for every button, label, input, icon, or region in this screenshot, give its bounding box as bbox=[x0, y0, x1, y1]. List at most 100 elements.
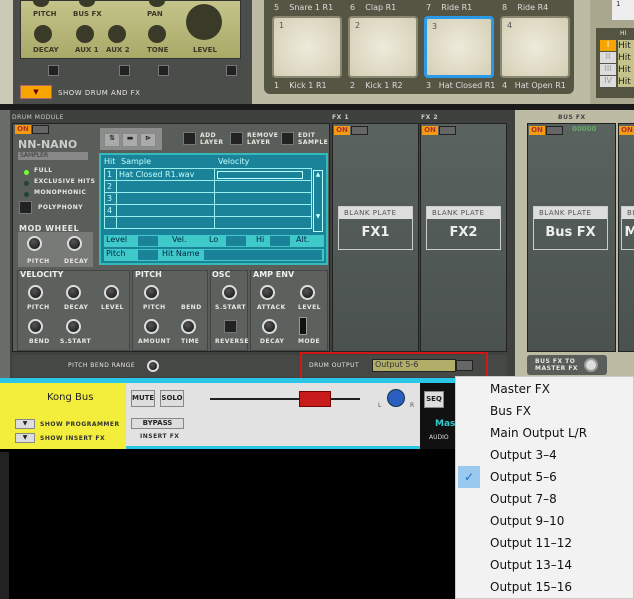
menu-item-output-7-8[interactable]: Output 7–8 bbox=[490, 492, 557, 506]
table-row[interactable]: 4 bbox=[104, 204, 312, 217]
menu-item-master-fx[interactable]: Master FX bbox=[490, 382, 550, 396]
knob[interactable] bbox=[149, 0, 165, 7]
mode-switch[interactable] bbox=[299, 317, 307, 335]
drum-pad-4[interactable]: 4 bbox=[500, 16, 570, 78]
knob[interactable] bbox=[76, 25, 94, 43]
menu-arrow-button[interactable] bbox=[32, 125, 49, 134]
pitch-knob[interactable] bbox=[144, 285, 159, 300]
button[interactable] bbox=[119, 65, 130, 76]
knob[interactable] bbox=[108, 25, 126, 43]
on-button[interactable]: ON bbox=[15, 125, 31, 134]
on-button[interactable]: ON bbox=[334, 126, 350, 135]
vel-bend-knob[interactable] bbox=[28, 319, 43, 334]
waveform-button[interactable]: ⊳ bbox=[140, 133, 156, 147]
polyphony-button[interactable] bbox=[19, 201, 32, 214]
menu-item-bus-fx[interactable]: Bus FX bbox=[490, 404, 531, 418]
hit-II[interactable]: II bbox=[600, 52, 616, 63]
menu-item-output-5-6[interactable]: Output 5–6 bbox=[490, 470, 557, 484]
table-scrollbar[interactable]: ▲ ▼ bbox=[313, 170, 323, 232]
lo-field[interactable]: Lo bbox=[209, 235, 218, 244]
fader-handle[interactable] bbox=[299, 391, 331, 407]
column-header: Hit bbox=[104, 157, 116, 166]
level-field[interactable]: Level bbox=[106, 235, 127, 244]
drum-pad-2[interactable]: 2 bbox=[348, 16, 418, 78]
button[interactable] bbox=[48, 65, 59, 76]
hit-name-field[interactable]: Hit Name bbox=[162, 249, 200, 258]
menu-item-output-15-16[interactable]: Output 15–16 bbox=[490, 580, 572, 594]
mode-monophonic[interactable]: MONOPHONIC bbox=[34, 189, 86, 196]
alt-field[interactable]: Alt. bbox=[296, 235, 309, 244]
menu-arrow-button[interactable] bbox=[351, 126, 368, 135]
knob-label: S.START bbox=[60, 338, 92, 345]
menu-item-output-9-10[interactable]: Output 9–10 bbox=[490, 514, 564, 528]
show-insert-fx-button[interactable]: ▼ bbox=[15, 433, 35, 443]
edit-sample-label: EDIT SAMPLE bbox=[298, 132, 329, 146]
seq-button[interactable]: SEQ bbox=[424, 391, 444, 408]
pitch-bend-range-knob[interactable] bbox=[147, 360, 159, 372]
amp-level-knob[interactable] bbox=[300, 285, 315, 300]
table-row[interactable]: 2 bbox=[104, 180, 312, 193]
mode-exclusive-hits[interactable]: EXCLUSIVE HITS bbox=[34, 178, 95, 185]
menu-item-output-11-12[interactable]: Output 11–12 bbox=[490, 536, 572, 550]
drum-pad-1[interactable]: 1 bbox=[272, 16, 342, 78]
hit-label: Hit bbox=[618, 41, 631, 51]
vel-pitch-knob[interactable] bbox=[28, 285, 43, 300]
vel-decay-knob[interactable] bbox=[66, 285, 81, 300]
on-button[interactable]: ON bbox=[619, 126, 634, 135]
solo-button[interactable]: SOLO bbox=[160, 390, 184, 407]
pan-right-label: R bbox=[410, 402, 415, 409]
vel-level-knob[interactable] bbox=[104, 285, 119, 300]
reverse-button[interactable] bbox=[224, 320, 237, 333]
channel-name[interactable]: Kong Bus bbox=[47, 392, 93, 403]
edit-sample-button[interactable] bbox=[281, 132, 294, 145]
menu-item-output-3-4[interactable]: Output 3–4 bbox=[490, 448, 557, 462]
on-button[interactable]: ON bbox=[529, 126, 545, 135]
show-drum-fx-button[interactable]: ▼ bbox=[20, 85, 52, 99]
mod-decay-knob[interactable] bbox=[67, 236, 82, 251]
hi-field[interactable]: Hi bbox=[256, 235, 264, 244]
knob-label: BEND bbox=[29, 338, 50, 345]
knob-label: ATTACK bbox=[257, 304, 286, 311]
scroll-updown-button[interactable]: ⇅ bbox=[104, 133, 120, 147]
pad-label: 4 Hat Open R1 bbox=[502, 81, 566, 90]
remove-layer-button[interactable] bbox=[230, 132, 243, 145]
menu-item-output-13-14[interactable]: Output 13–14 bbox=[490, 558, 572, 572]
folder-button[interactable]: ▬ bbox=[122, 133, 138, 147]
hit-IV[interactable]: IV bbox=[600, 76, 616, 87]
pitch-time-knob[interactable] bbox=[181, 319, 196, 334]
osc-sstart-knob[interactable] bbox=[222, 285, 237, 300]
level-knob[interactable] bbox=[186, 4, 222, 40]
knob[interactable] bbox=[34, 25, 52, 43]
knob[interactable] bbox=[148, 25, 166, 43]
menu-arrow-button[interactable] bbox=[546, 126, 563, 135]
pan-left-label: L bbox=[378, 402, 382, 409]
pad-top-label: 8 Ride R4 bbox=[502, 3, 549, 12]
show-programmer-button[interactable]: ▼ bbox=[15, 419, 35, 429]
amp-decay-knob[interactable] bbox=[262, 319, 277, 334]
knob[interactable] bbox=[33, 0, 49, 7]
menu-item-main-output[interactable]: Main Output L/R bbox=[490, 426, 587, 440]
mute-button[interactable]: MUTE bbox=[131, 390, 155, 407]
menu-arrow-button[interactable] bbox=[439, 126, 456, 135]
add-layer-button[interactable] bbox=[183, 132, 196, 145]
hit-I[interactable]: I bbox=[600, 40, 616, 51]
button[interactable] bbox=[226, 65, 237, 76]
pitch-field[interactable]: Pitch bbox=[106, 249, 125, 258]
hit-III[interactable]: III bbox=[600, 64, 616, 75]
vel-sstart-knob[interactable] bbox=[66, 319, 81, 334]
mode-full[interactable]: FULL bbox=[34, 167, 53, 174]
mod-pitch-knob[interactable] bbox=[27, 236, 42, 251]
button[interactable] bbox=[158, 65, 169, 76]
pad-label: 3 Hat Closed R1 bbox=[426, 81, 496, 90]
pan-knob[interactable] bbox=[387, 389, 405, 407]
pitch-amount-knob[interactable] bbox=[144, 319, 159, 334]
table-row[interactable]: 1 Hat Closed R1.wav bbox=[104, 168, 312, 181]
on-button[interactable]: ON bbox=[422, 126, 438, 135]
drum-pad-3[interactable]: 3 bbox=[424, 16, 494, 78]
knob[interactable] bbox=[79, 0, 95, 7]
knob-label: AUX 2 bbox=[106, 46, 130, 54]
table-row[interactable]: 3 bbox=[104, 192, 312, 205]
attack-knob[interactable] bbox=[260, 285, 275, 300]
bus-fx-to-master-knob[interactable] bbox=[584, 358, 598, 372]
bypass-button[interactable]: BYPASS bbox=[131, 418, 184, 429]
